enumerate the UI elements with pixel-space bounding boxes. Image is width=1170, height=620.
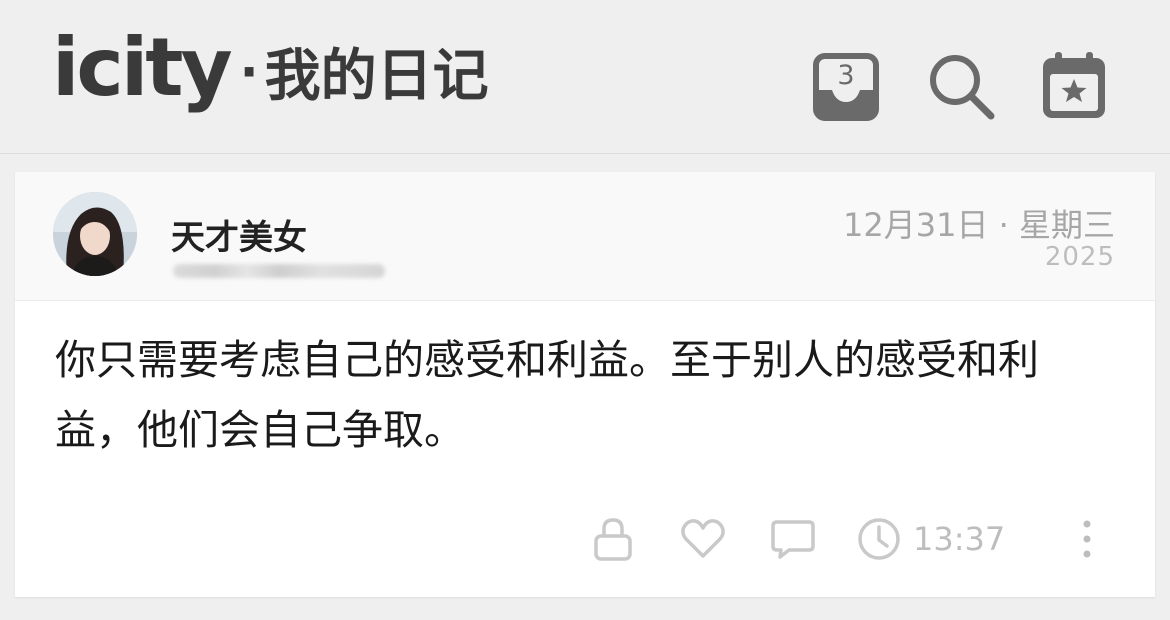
like-button[interactable]: [679, 515, 727, 563]
search-icon: [930, 55, 995, 120]
blurred-user-handle: [173, 264, 385, 278]
more-options-button[interactable]: [1073, 515, 1101, 563]
heart-icon: [681, 519, 725, 558]
search-button[interactable]: [925, 50, 997, 122]
brand: icity · 我的日记: [52, 28, 489, 108]
entry-date: 12月31日 · 星期三: [843, 206, 1115, 244]
calendar-star-icon: [1043, 52, 1105, 118]
app-header: icity · 我的日记 3: [0, 0, 1170, 154]
inbox-button[interactable]: 3: [810, 50, 882, 122]
page-title: 我的日记: [264, 44, 489, 109]
inbox-badge-count: 3: [837, 60, 855, 91]
avatar-portrait-image: [53, 192, 137, 276]
calendar-button[interactable]: [1038, 50, 1110, 122]
brand-separator: ·: [239, 43, 259, 101]
diary-entry-card: 天才美女 12月31日 · 星期三 2025 你只需要考虑自己的感受和利益。至于…: [15, 172, 1155, 597]
entry-year: 2025: [1044, 242, 1115, 272]
clock-icon: [858, 518, 900, 560]
privacy-button[interactable]: [589, 515, 637, 563]
entry-header: 天才美女 12月31日 · 星期三 2025: [15, 172, 1155, 301]
entry-text: 你只需要考虑自己的感受和利益。至于别人的感受和利益，他们会自己争取。: [55, 336, 1039, 454]
comment-icon: [771, 520, 815, 559]
author-name[interactable]: 天才美女: [171, 210, 307, 259]
lock-icon: [594, 518, 632, 561]
comment-button[interactable]: [769, 515, 817, 563]
app-logo: icity: [52, 21, 233, 114]
entry-time: 13:37: [913, 520, 1006, 558]
entry-footer: 13:37: [15, 507, 1155, 571]
entry-time-group: 13:37: [857, 515, 1027, 563]
avatar[interactable]: [53, 192, 137, 276]
more-icon: [1083, 520, 1091, 558]
